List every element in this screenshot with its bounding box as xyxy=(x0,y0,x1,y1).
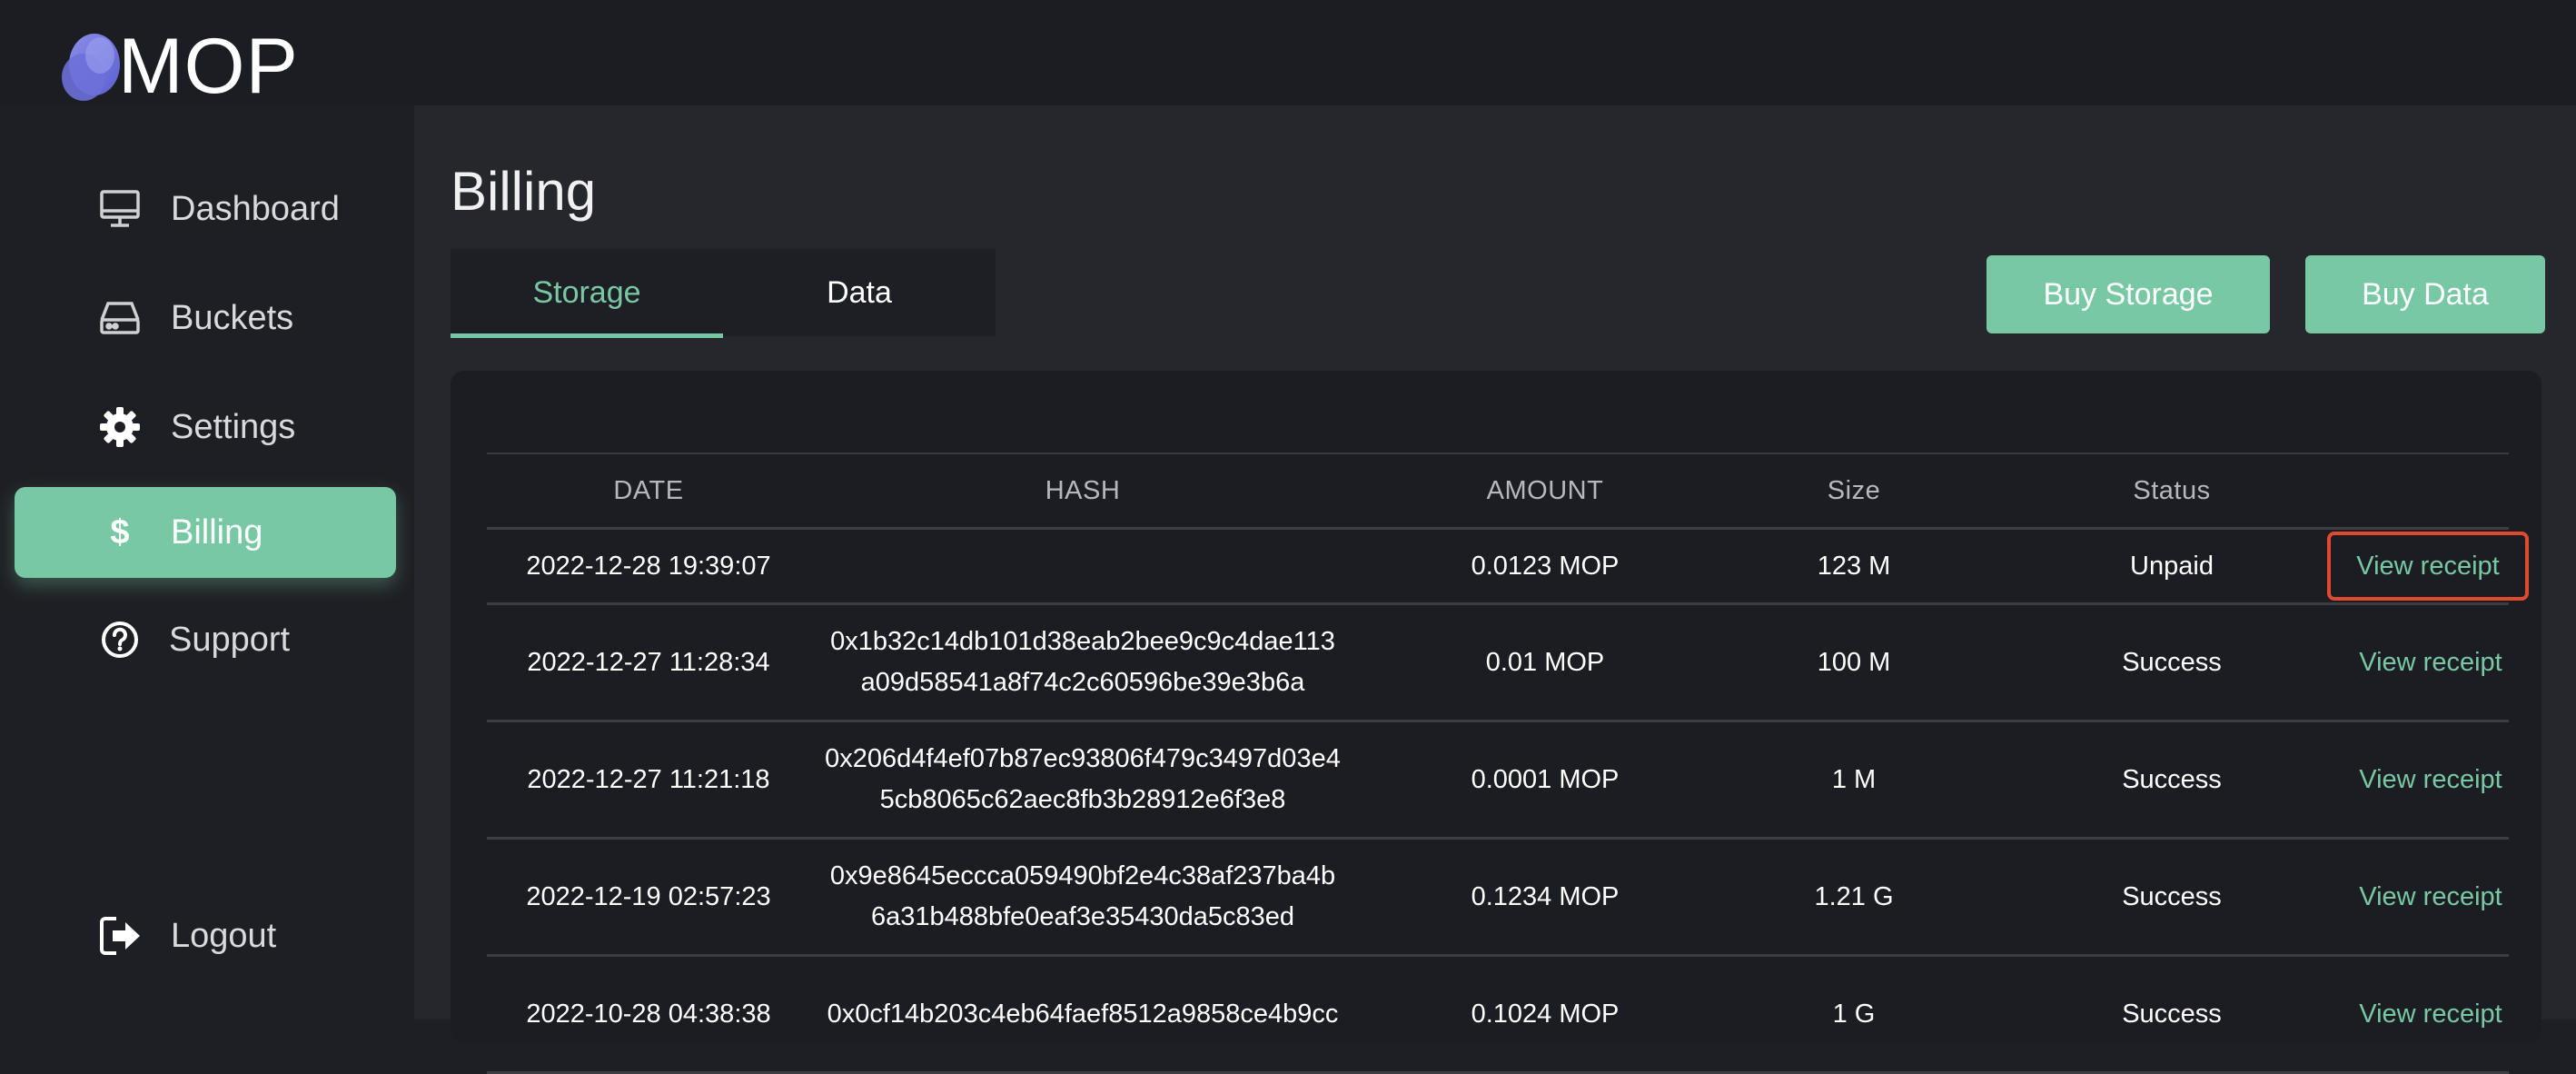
billing-table-card: DATE HASH AMOUNT Size Status 2022-12-28 … xyxy=(451,371,2541,1074)
amount-cell: 0.1234 MOP xyxy=(1471,881,1620,911)
status-cell: Success xyxy=(2122,881,2222,911)
column-header-hash[interactable]: HASH xyxy=(810,454,1355,527)
gear-icon xyxy=(98,405,142,449)
hash-line: 0x0cf14b203c4eb64faef8512a9858ce4b9cc xyxy=(827,999,1339,1029)
sidebar-item-dashboard[interactable]: Dashboard xyxy=(15,164,396,254)
sidebar-item-settings[interactable]: Settings xyxy=(15,382,396,472)
hash-line: 0x1b32c14db101d38eab2bee9c9c4dae113 xyxy=(830,627,1335,657)
amount-cell: 0.01 MOP xyxy=(1485,647,1605,677)
table-row: 2022-10-28 04:38:38 0x0cf14b203c4eb64fae… xyxy=(487,957,2509,1074)
main-content: Billing Storage Data Buy Storage Buy Dat… xyxy=(414,105,2576,1074)
table-row: 2022-12-27 11:21:18 0x206d4f4ef07b87ec93… xyxy=(487,722,2509,840)
buy-storage-button[interactable]: Buy Storage xyxy=(1986,255,2270,333)
table-row: 2022-12-27 11:28:34 0x1b32c14db101d38eab… xyxy=(487,605,2509,722)
amount-cell: 0.0001 MOP xyxy=(1471,764,1620,794)
amount-cell: 0.1024 MOP xyxy=(1471,999,1620,1029)
monitor-icon xyxy=(98,187,142,231)
logo-text: MOP xyxy=(118,23,299,110)
column-header-date[interactable]: DATE xyxy=(487,454,810,527)
sidebar-item-label: Billing xyxy=(171,512,263,552)
date-cell: 2022-12-28 19:39:07 xyxy=(526,551,771,581)
logout-button[interactable]: Logout xyxy=(15,890,396,981)
sidebar-item-billing[interactable]: $ Billing xyxy=(15,487,396,578)
active-tab-indicator xyxy=(451,333,723,338)
hash-line: 6a31b488bfe0eaf3e35430da5c83ed xyxy=(870,902,1295,931)
hash-cell: 0x9e8645eccca059490bf2e4c38af237ba4b 6a3… xyxy=(810,840,1355,954)
action-cell: View receipt xyxy=(2331,957,2531,1071)
size-cell: 100 M xyxy=(1817,647,1891,677)
sidebar-item-label: Support xyxy=(169,620,291,659)
logout-icon xyxy=(98,914,142,958)
hash-line: 0x9e8645eccca059490bf2e4c38af237ba4b xyxy=(829,861,1336,891)
logo-icon xyxy=(60,30,120,103)
billing-table: DATE HASH AMOUNT Size Status 2022-12-28 … xyxy=(487,452,2529,1074)
view-receipt-link[interactable]: View receipt xyxy=(2327,531,2529,602)
status-cell: Success xyxy=(2122,999,2222,1029)
status-cell: Unpaid xyxy=(2130,551,2214,581)
date-cell: 2022-12-27 11:21:18 xyxy=(527,764,770,794)
sidebar: Dashboard Buckets Settings $ Billing Sup… xyxy=(0,105,414,1019)
sidebar-item-support[interactable]: Support xyxy=(15,594,396,685)
hash-cell: 0x0cf14b203c4eb64faef8512a9858ce4b9cc xyxy=(810,957,1355,1071)
page-title: Billing xyxy=(451,161,597,222)
view-receipt-link[interactable]: View receipt xyxy=(2359,994,2502,1035)
date-cell: 2022-12-27 11:28:34 xyxy=(527,647,770,677)
action-cell: View receipt xyxy=(2327,530,2531,602)
hash-line: a09d58541a8f74c2c60596be39e3b6a xyxy=(860,668,1305,697)
column-header-action xyxy=(2331,454,2531,527)
size-cell: 1.21 G xyxy=(1814,881,1894,911)
dollar-icon: $ xyxy=(110,512,130,552)
table-header: DATE HASH AMOUNT Size Status xyxy=(487,454,2509,530)
tab-bar: Storage Data xyxy=(451,249,996,338)
date-cell: 2022-12-19 02:57:23 xyxy=(526,881,771,911)
hash-line: 5cb8065c62aec8fb3b28912e6f3e8 xyxy=(879,785,1286,814)
table-row: 2022-12-28 19:39:07 0.0123 MOP 123 M Unp… xyxy=(487,530,2529,605)
buy-data-button[interactable]: Buy Data xyxy=(2305,255,2545,333)
view-receipt-link[interactable]: View receipt xyxy=(2359,877,2502,918)
drive-icon xyxy=(98,296,142,340)
status-cell: Success xyxy=(2122,764,2222,794)
view-receipt-link[interactable]: View receipt xyxy=(2359,642,2502,683)
view-receipt-link[interactable]: View receipt xyxy=(2359,760,2502,801)
hash-line: 0x206d4f4ef07b87ec93806f479c3497d03e4 xyxy=(825,744,1341,774)
tab-storage[interactable]: Storage xyxy=(451,249,723,336)
sidebar-item-label: Settings xyxy=(171,407,296,446)
column-header-status[interactable]: Status xyxy=(2013,454,2331,527)
sidebar-item-label: Dashboard xyxy=(171,189,340,228)
top-bar: MOP xyxy=(0,0,2576,105)
action-cell: View receipt xyxy=(2331,840,2531,954)
action-cell: View receipt xyxy=(2331,722,2531,837)
column-header-size[interactable]: Size xyxy=(1695,454,2013,527)
column-header-amount[interactable]: AMOUNT xyxy=(1395,454,1695,527)
size-cell: 1 M xyxy=(1831,764,1877,794)
size-cell: 123 M xyxy=(1817,551,1891,581)
tab-data[interactable]: Data xyxy=(723,249,996,336)
hash-cell xyxy=(810,530,1355,602)
hash-cell: 0x206d4f4ef07b87ec93806f479c3497d03e4 5c… xyxy=(810,722,1355,837)
size-cell: 1 G xyxy=(1832,999,1876,1029)
action-cell: View receipt xyxy=(2331,605,2531,720)
sidebar-item-label: Buckets xyxy=(171,298,294,337)
amount-cell: 0.0123 MOP xyxy=(1471,551,1620,581)
date-cell: 2022-10-28 04:38:38 xyxy=(526,999,771,1029)
help-circle-icon xyxy=(98,618,142,661)
status-cell: Success xyxy=(2122,647,2222,677)
table-row: 2022-12-19 02:57:23 0x9e8645eccca059490b… xyxy=(487,840,2509,957)
logo[interactable]: MOP xyxy=(60,27,299,105)
sidebar-item-buckets[interactable]: Buckets xyxy=(15,273,396,363)
logout-label: Logout xyxy=(171,916,277,955)
hash-cell: 0x1b32c14db101d38eab2bee9c9c4dae113 a09d… xyxy=(810,605,1355,720)
